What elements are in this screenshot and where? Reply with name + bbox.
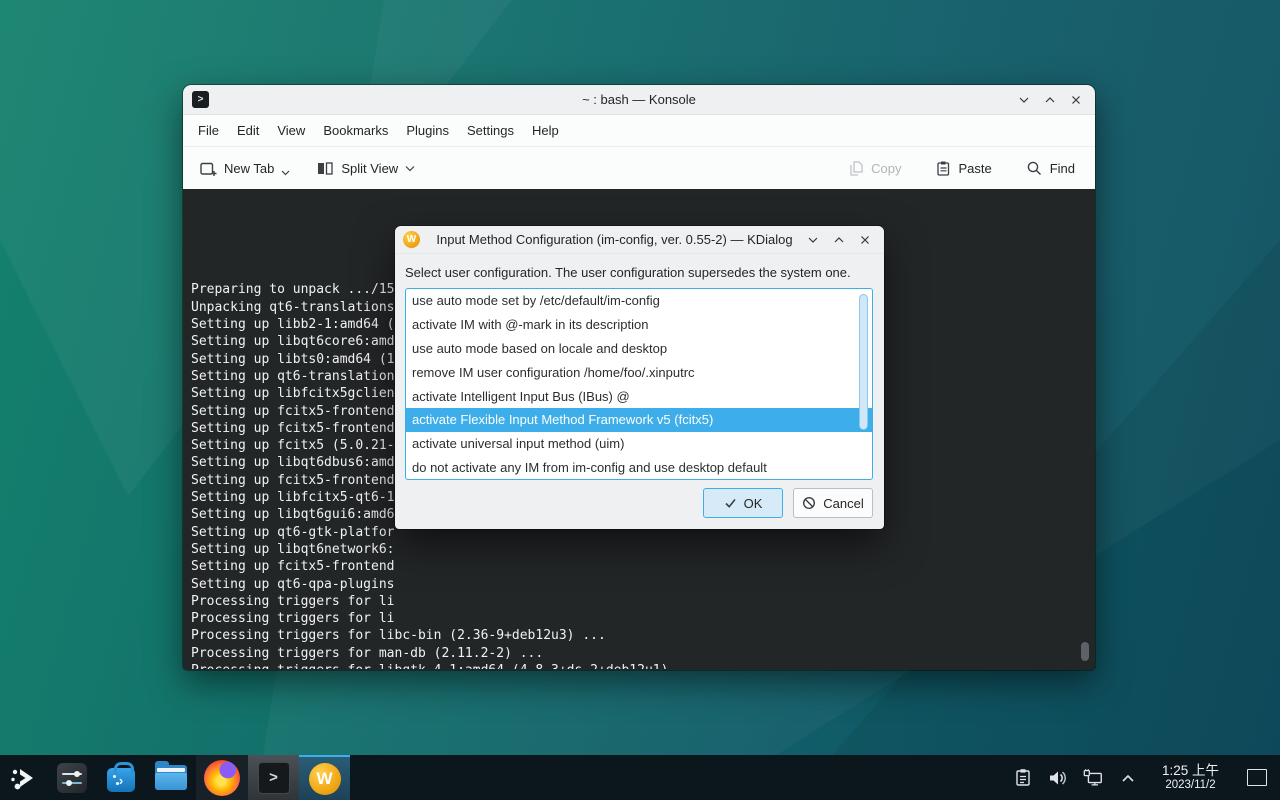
discover-icon: › (107, 768, 135, 792)
konsole-window-title: ~ : bash — Konsole (183, 92, 1095, 107)
paste-label: Paste (958, 161, 991, 176)
menu-item[interactable]: Edit (228, 118, 268, 143)
terminal-line: Setting up fcitx5-frontend (191, 558, 1094, 575)
konsole-menubar: FileEditViewBookmarksPluginsSettingsHelp (183, 115, 1095, 147)
konsole-icon: > (258, 762, 290, 794)
input-method-dialog: W Input Method Configuration (im-config,… (395, 226, 884, 529)
task-firefox[interactable] (196, 755, 248, 800)
cancel-label: Cancel (823, 496, 863, 511)
close-icon[interactable] (1067, 91, 1085, 109)
copy-button[interactable]: Copy (844, 154, 905, 183)
terminal-line: Processing triggers for libc-bin (2.36-9… (191, 627, 1094, 644)
terminal-line: Processing triggers for libgtk-4-1:amd64… (191, 662, 1094, 669)
configuration-list[interactable]: use auto mode set by /etc/default/im-con… (405, 288, 873, 480)
split-view-icon (316, 160, 334, 177)
dialog-title: Input Method Configuration (im-config, v… (425, 232, 804, 247)
show-desktop-icon (1247, 769, 1267, 786)
file-manager-button[interactable] (146, 755, 196, 800)
minimize-icon[interactable] (1015, 91, 1033, 109)
clock-time: 1:25 上午 (1162, 763, 1219, 779)
im-config-icon: W (309, 763, 341, 795)
menu-item[interactable]: Help (523, 118, 568, 143)
dialog-list-item[interactable]: activate Flexible Input Method Framework… (406, 408, 872, 432)
dialog-titlebar[interactable]: W Input Method Configuration (im-config,… (395, 226, 884, 254)
show-desktop-button[interactable] (1242, 755, 1272, 800)
menu-item[interactable]: Settings (458, 118, 523, 143)
find-label: Find (1050, 161, 1075, 176)
tray-expander-chevron-up-icon[interactable] (1117, 767, 1139, 789)
clipboard-tray-icon[interactable] (1012, 767, 1034, 789)
dialog-list-item[interactable]: use auto mode set by /etc/default/im-con… (406, 289, 872, 313)
configuration-list-items: use auto mode set by /etc/default/im-con… (406, 289, 872, 479)
maximize-icon[interactable] (830, 231, 848, 249)
new-tab-button[interactable]: New Tab (195, 154, 294, 183)
dialog-list-item[interactable]: use auto mode based on locale and deskto… (406, 337, 872, 361)
ok-label: OK (744, 496, 763, 511)
split-view-button[interactable]: Split View (312, 154, 419, 183)
task-konsole[interactable]: > (248, 755, 299, 800)
new-tab-label: New Tab (224, 161, 274, 176)
chevron-down-icon (405, 165, 415, 172)
menu-item[interactable]: Bookmarks (314, 118, 397, 143)
copy-label: Copy (871, 161, 901, 176)
terminal-scrollbar[interactable] (1081, 642, 1089, 661)
paste-icon (935, 160, 951, 177)
konsole-toolbar: New Tab Split View (183, 147, 1095, 189)
im-config-app-icon: W (403, 231, 420, 248)
chevron-down-icon (281, 170, 290, 176)
application-launcher-button[interactable] (0, 755, 48, 800)
cancel-button[interactable]: Cancel (793, 488, 873, 518)
clock-date: 2023/11/2 (1162, 779, 1219, 792)
dialog-message: Select user configuration. The user conf… (405, 265, 851, 280)
konsole-titlebar[interactable]: > ~ : bash — Konsole (183, 85, 1095, 115)
find-button[interactable]: Find (1022, 154, 1079, 183)
check-icon (724, 497, 737, 509)
terminal-line: Setting up qt6-qpa-plugins (191, 576, 1094, 593)
menu-item[interactable]: File (189, 118, 228, 143)
task-im-config-dialog[interactable]: W (299, 755, 350, 800)
taskbar: › > W (0, 755, 1280, 800)
dialog-list-item[interactable]: activate IM with @-mark in its descripti… (406, 313, 872, 337)
terminal-line: Processing triggers for li (191, 610, 1094, 627)
network-tray-icon[interactable] (1082, 767, 1104, 789)
copy-icon (848, 160, 864, 177)
cancel-icon (802, 496, 816, 510)
digital-clock[interactable]: 1:25 上午 2023/11/2 (1162, 763, 1219, 792)
folder-icon (155, 765, 187, 790)
terminal-line: Setting up libqt6network6: (191, 541, 1094, 558)
list-scrollbar[interactable] (859, 294, 868, 430)
dialog-list-item[interactable]: remove IM user configuration /home/foo/.… (406, 360, 872, 384)
ok-button[interactable]: OK (703, 488, 783, 518)
menu-item[interactable]: Plugins (397, 118, 458, 143)
menu-item[interactable]: View (268, 118, 314, 143)
firefox-icon (204, 760, 240, 796)
volume-tray-icon[interactable] (1047, 767, 1069, 789)
desktop: > ~ : bash — Konsole FileEditViewBookmar… (0, 0, 1280, 800)
paste-button[interactable]: Paste (931, 154, 995, 183)
discover-button[interactable]: › (96, 755, 146, 800)
dialog-list-item[interactable]: do not activate any IM from im-config an… (406, 456, 872, 480)
dialog-list-item[interactable]: activate Intelligent Input Bus (IBus) @ (406, 384, 872, 408)
plasma-launcher-icon (9, 764, 39, 792)
system-settings-icon (57, 763, 87, 793)
terminal-line: Processing triggers for man-db (2.11.2-2… (191, 645, 1094, 662)
minimize-icon[interactable] (804, 231, 822, 249)
system-settings-button[interactable] (48, 755, 96, 800)
maximize-icon[interactable] (1041, 91, 1059, 109)
search-icon (1026, 160, 1043, 177)
terminal-line: Processing triggers for li (191, 593, 1094, 610)
close-icon[interactable] (856, 231, 874, 249)
dialog-list-item[interactable]: activate universal input method (uim) (406, 432, 872, 456)
new-tab-icon (199, 160, 217, 177)
split-view-label: Split View (341, 161, 398, 176)
